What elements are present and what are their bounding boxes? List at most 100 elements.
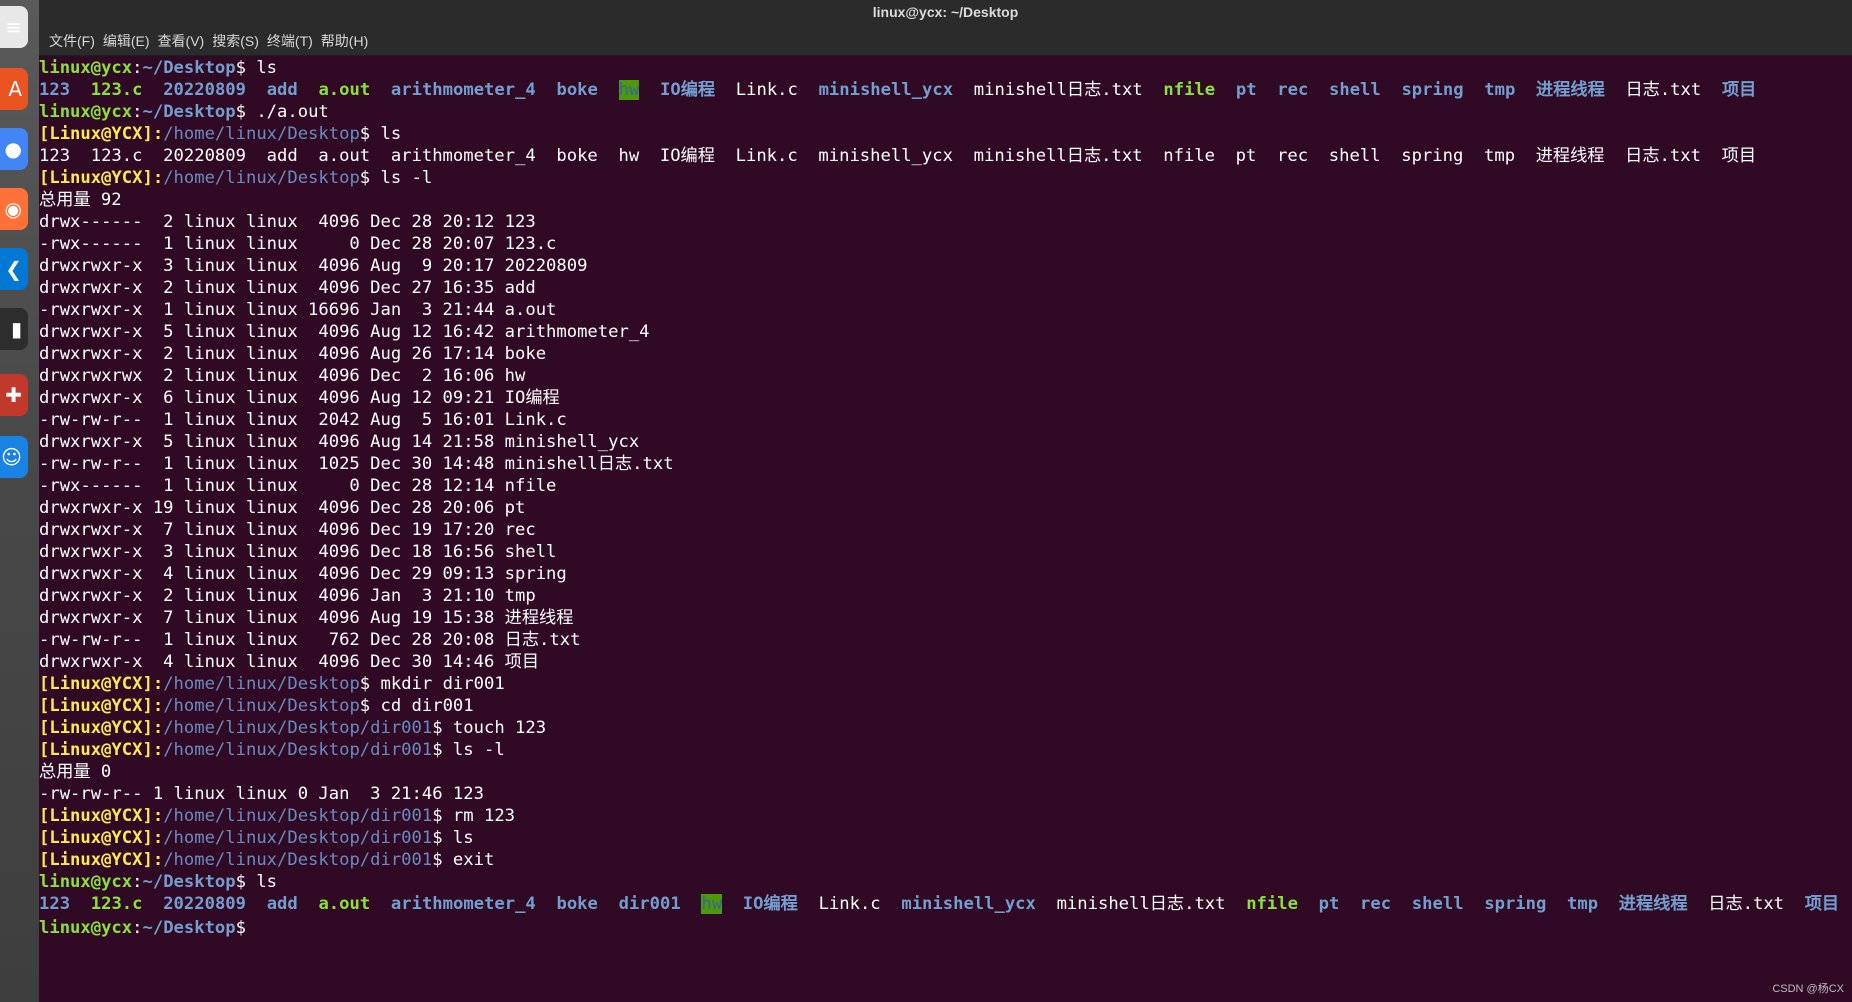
terminal-line: [Linux@YCX]:/home/linux/Desktop$ mkdir d… <box>39 673 1852 695</box>
firefox-icon[interactable]: ◉ <box>0 188 28 230</box>
terminal-text: 进程线程 <box>1536 80 1605 100</box>
terminal-text: nfile <box>1163 80 1216 100</box>
terminal-line: [Linux@YCX]:/home/linux/Desktop/dir001$ … <box>39 739 1852 761</box>
terminal-text: $ ls <box>235 58 278 78</box>
terminal-line: -rwx------ 1 linux linux 0 Dec 28 12:14 … <box>39 475 1852 497</box>
menu-item-5[interactable]: 帮助(H) <box>317 26 372 56</box>
terminal-text: [Linux@YCX]: <box>39 674 164 694</box>
terminal-text: : <box>132 102 143 122</box>
terminal-text: /home/linux/Desktop <box>163 168 360 188</box>
terminal-line: drwxrwxr-x 6 linux linux 4096 Aug 12 09:… <box>39 387 1852 409</box>
terminal-text: $ ls -l <box>432 740 505 760</box>
terminal-text: 日志.txt <box>1604 80 1722 100</box>
terminal-text: 项目 <box>1804 894 1840 914</box>
terminal-text: Link.c <box>797 894 902 914</box>
dock: ≡ A ● ◉ ❮ ▮ ✚ ☺ <box>0 0 39 1002</box>
terminal-line: drwxrwxr-x 2 linux linux 4096 Aug 26 17:… <box>39 343 1852 365</box>
terminal-line: drwxrwxr-x 19 linux linux 4096 Dec 28 20… <box>39 497 1852 519</box>
terminal-text: drwx------ 2 linux linux 4096 Dec 28 20:… <box>39 212 536 232</box>
terminal-text: $ mkdir dir001 <box>359 674 505 694</box>
terminal-text: linux@ycx <box>39 872 133 892</box>
terminal-text: [Linux@YCX]: <box>39 850 164 870</box>
terminal-text: 总用量 0 <box>39 762 112 782</box>
terminal-text: add <box>266 894 298 914</box>
menu-item-2[interactable]: 查看(V) <box>154 26 209 56</box>
terminal-line: [Linux@YCX]:/home/linux/Desktop$ ls <box>39 123 1852 145</box>
terminal-text: [Linux@YCX]: <box>39 806 164 826</box>
terminal-text: shell <box>1411 894 1464 914</box>
terminal-text: drwxrwxr-x 5 linux linux 4096 Aug 12 16:… <box>39 322 650 342</box>
chrome-icon[interactable]: ● <box>0 128 28 170</box>
terminal-output[interactable]: linux@ycx:~/Desktop$ ls 123 123.c 2022080… <box>39 57 1852 1002</box>
terminal-line: drwxrwxr-x 4 linux linux 4096 Dec 30 14:… <box>39 651 1852 673</box>
terminal-text: a.out <box>318 894 371 914</box>
menu-bar: 文件(F) 编辑(E) 查看(V) 搜索(S) 终端(T) 帮助(H) <box>39 26 1852 56</box>
terminal-line: 123 123.c 20220809 add a.out arithmomete… <box>39 893 1852 915</box>
terminal-line: -rw-rw-r-- 1 linux linux 2042 Aug 5 16:0… <box>39 409 1852 431</box>
terminal-text: nfile <box>1246 894 1298 914</box>
terminal-text: drwxrwxr-x 2 linux linux 4096 Jan 3 21:1… <box>39 586 536 606</box>
menu-item-3[interactable]: 搜索(S) <box>208 26 263 56</box>
terminal-text: $ <box>235 918 257 938</box>
terminal-line: drwxrwxr-x 4 linux linux 4096 Dec 29 09:… <box>39 563 1852 585</box>
terminal-text: $ touch 123 <box>432 718 547 738</box>
terminal-text: : <box>132 872 143 892</box>
terminal-text: [Linux@YCX]: <box>39 828 164 848</box>
terminal-text: 20220809 <box>163 894 246 914</box>
terminal-line: [Linux@YCX]:/home/linux/Desktop$ ls -l <box>39 167 1852 189</box>
terminal-line: -rw-rw-r-- 1 linux linux 762 Dec 28 20:0… <box>39 629 1852 651</box>
terminal-text: 123 <box>39 80 71 100</box>
terminal-line: 总用量 92 <box>39 189 1852 211</box>
terminal-text: [Linux@YCX]: <box>39 740 164 760</box>
menu-item-1[interactable]: 编辑(E) <box>99 26 154 56</box>
terminal-line: drwxrwxr-x 7 linux linux 4096 Aug 19 15:… <box>39 607 1852 629</box>
terminal-text: dir001 <box>618 894 681 914</box>
menu-item-0[interactable]: 文件(F) <box>45 26 99 56</box>
terminal-text: minishell_ycx <box>818 80 954 100</box>
terminal-text: -rwx------ 1 linux linux 0 Dec 28 20:07 … <box>39 234 557 254</box>
terminal-text: drwxrwxr-x 2 linux linux 4096 Aug 26 17:… <box>39 344 547 364</box>
terminal-text: arithmometer_4 <box>390 80 536 100</box>
terminal-text: [Linux@YCX]: <box>39 696 164 716</box>
terminal-line: drwxrwxr-x 7 linux linux 4096 Dec 19 17:… <box>39 519 1852 541</box>
terminal-text: drwxrwxr-x 4 linux linux 4096 Dec 30 14:… <box>39 652 540 672</box>
menu-item-4[interactable]: 终端(T) <box>263 26 317 56</box>
terminal-line: drwxrwxr-x 2 linux linux 4096 Jan 3 21:1… <box>39 585 1852 607</box>
finder-icon[interactable]: ☺ <box>0 436 28 478</box>
terminal-text: -rw-rw-r-- 1 linux linux 2042 Aug 5 16:0… <box>39 410 567 430</box>
terminal-text: [Linux@YCX]: <box>39 124 164 144</box>
terminal-text: : <box>132 918 143 938</box>
vscode-icon[interactable]: ❮ <box>0 248 28 290</box>
settings-icon[interactable]: ✚ <box>0 374 28 416</box>
terminal-line: -rwx------ 1 linux linux 0 Dec 28 20:07 … <box>39 233 1852 255</box>
terminal-icon[interactable]: ▮ <box>0 308 28 350</box>
terminal-text: drwxrwxr-x 3 linux linux 4096 Aug 9 20:1… <box>39 256 588 276</box>
terminal-line: drwxrwxr-x 3 linux linux 4096 Aug 9 20:1… <box>39 255 1852 277</box>
terminal-text: ~/Desktop <box>142 102 236 122</box>
terminal-text: linux@ycx <box>39 918 133 938</box>
terminal-text: : <box>132 58 143 78</box>
software-center-icon[interactable]: A <box>0 68 28 110</box>
terminal-text: $ exit <box>432 850 495 870</box>
terminal-line: 总用量 0 <box>39 761 1852 783</box>
terminal-text: /home/linux/Desktop/dir001 <box>163 806 433 826</box>
terminal-text: add <box>266 80 298 100</box>
text-editor-icon[interactable]: ≡ <box>0 6 28 48</box>
terminal-text: /home/linux/Desktop <box>163 674 360 694</box>
terminal-line: drwxrwxr-x 2 linux linux 4096 Dec 27 16:… <box>39 277 1852 299</box>
